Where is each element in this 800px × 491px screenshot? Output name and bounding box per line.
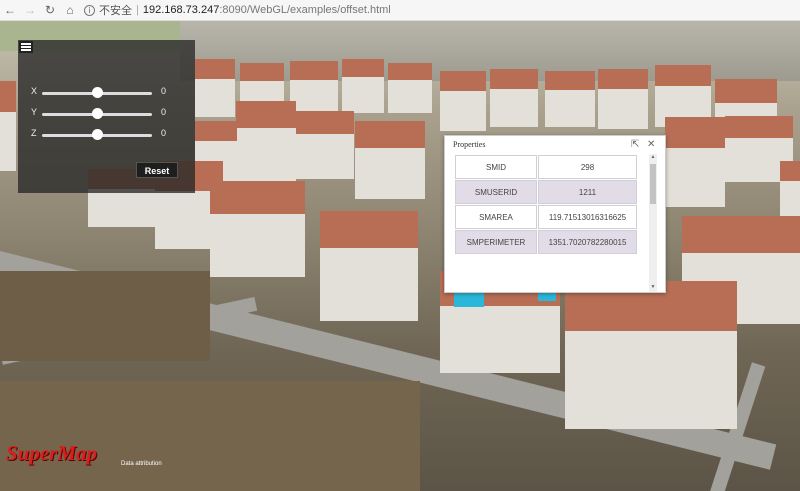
field-area: [0, 271, 210, 361]
slider-z[interactable]: Z 0: [18, 128, 195, 142]
table-row: SMAREA 119.71513016316625: [455, 205, 637, 229]
slider-thumb[interactable]: [91, 108, 103, 119]
slider-label: X: [31, 86, 38, 96]
slider-y[interactable]: Y 0: [18, 107, 195, 121]
slider-label: Y: [31, 107, 38, 117]
field-area: [0, 381, 420, 491]
home-icon[interactable]: ⌂: [60, 0, 80, 20]
field-name: SMUSERID: [455, 180, 537, 204]
properties-table: SMID 298 SMUSERID 1211 SMAREA 119.715130…: [454, 154, 638, 255]
slider-value: 0: [161, 86, 167, 96]
building: [545, 71, 595, 127]
building: [388, 63, 432, 113]
building: [665, 117, 725, 207]
building: [440, 71, 486, 131]
slider-value: 0: [161, 107, 167, 117]
reset-button[interactable]: Reset: [136, 162, 178, 178]
slider-thumb[interactable]: [91, 129, 103, 140]
field-value: 1351.7020782280015: [538, 230, 637, 254]
popup-title: Properties: [453, 140, 486, 149]
forward-arrow-icon[interactable]: →: [20, 0, 40, 20]
popup-pointer: [477, 271, 493, 285]
properties-popup: Properties ⇱ ✕ SMID 298 SMUSERID 1211 SM…: [444, 135, 666, 293]
url-path: :8090/WebGL/examples/offset.html: [219, 4, 391, 16]
field-name: SMAREA: [455, 205, 537, 229]
webgl-3d-scene[interactable]: X 0 Y 0 Z 0 Reset Properties ⇱ ✕ SMID 29…: [0, 21, 800, 491]
building: [296, 111, 354, 179]
browser-toolbar: ← → ↻ ⌂ i 不安全 | 192.168.73.247 :8090/Web…: [0, 0, 800, 21]
slider-x[interactable]: X 0: [18, 86, 195, 100]
field-value: 119.71513016316625: [538, 205, 637, 229]
slider-value: 0: [161, 128, 167, 138]
offset-control-panel: X 0 Y 0 Z 0 Reset: [18, 40, 195, 193]
info-icon[interactable]: i: [84, 4, 95, 16]
external-link-icon[interactable]: ⇱: [631, 139, 639, 150]
address-bar[interactable]: i 不安全 | 192.168.73.247 :8090/WebGL/examp…: [84, 2, 391, 19]
building: [0, 81, 16, 171]
building: [598, 69, 648, 129]
reload-icon[interactable]: ↻: [40, 0, 60, 20]
building: [780, 161, 800, 221]
building: [355, 121, 425, 199]
slider-label: Z: [31, 128, 37, 138]
building: [342, 59, 384, 113]
url-host: 192.168.73.247: [142, 4, 220, 16]
popup-scrollbar[interactable]: ▲ ▼: [649, 154, 657, 292]
building: [210, 181, 305, 277]
field-name: SMID: [455, 155, 537, 179]
building: [565, 281, 737, 429]
close-icon[interactable]: ✕: [647, 139, 655, 150]
security-label: 不安全: [99, 5, 132, 17]
url-separator: |: [136, 4, 139, 16]
scroll-up-icon[interactable]: ▲: [649, 154, 657, 162]
hamburger-menu-icon[interactable]: [19, 41, 33, 53]
table-row: SMPERIMETER 1351.7020782280015: [455, 230, 637, 254]
field-name: SMPERIMETER: [455, 230, 537, 254]
building: [290, 61, 338, 117]
building: [490, 69, 538, 127]
back-arrow-icon[interactable]: ←: [0, 0, 20, 20]
building: [320, 211, 418, 321]
table-row: SMID 298: [455, 155, 637, 179]
scroll-down-icon[interactable]: ▼: [649, 284, 657, 292]
field-value: 1211: [538, 180, 637, 204]
scroll-thumb[interactable]: [650, 164, 656, 204]
slider-thumb[interactable]: [91, 87, 103, 98]
data-attribution-link[interactable]: Data attribution: [121, 461, 162, 467]
building: [236, 101, 296, 181]
supermap-logo: SuperMap: [6, 441, 98, 465]
field-value: 298: [538, 155, 637, 179]
building: [195, 59, 235, 117]
table-row: SMUSERID 1211: [455, 180, 637, 204]
